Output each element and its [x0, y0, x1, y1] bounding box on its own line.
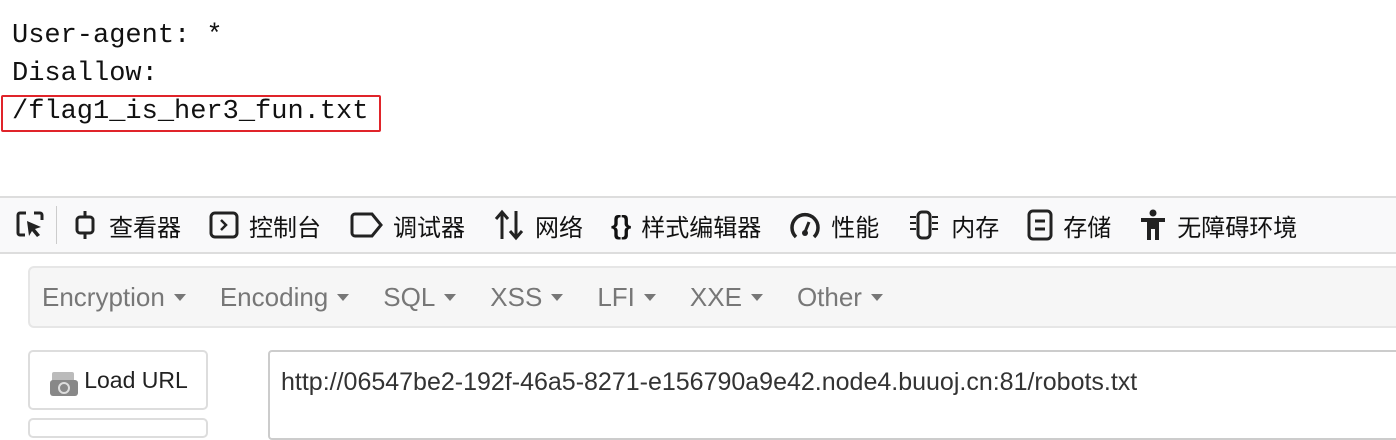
caret-down-icon [173, 293, 186, 301]
menu-encoding[interactable]: Encoding [220, 282, 350, 313]
menu-sql[interactable]: SQL [383, 282, 457, 313]
caret-down-icon [643, 293, 656, 301]
style-editor-icon: {} [611, 209, 632, 240]
menu-xss[interactable]: XSS [490, 282, 564, 313]
tab-storage[interactable]: 存储 [1027, 208, 1111, 243]
menu-other[interactable]: Other [797, 282, 883, 313]
caret-down-icon [444, 293, 457, 301]
divider [56, 206, 57, 244]
split-url-button[interactable] [28, 418, 208, 438]
element-picker-icon[interactable] [14, 209, 46, 241]
tab-console[interactable]: 控制台 [209, 208, 321, 243]
url-input[interactable]: http://06547be2-192f-46a5-8271-e156790a9… [268, 350, 1396, 440]
tab-inspector[interactable]: 查看器 [71, 208, 181, 243]
inspector-icon [75, 211, 95, 239]
accessibility-icon [1141, 209, 1166, 240]
storage-icon [1027, 209, 1053, 241]
console-icon [209, 211, 239, 239]
caret-down-icon [551, 293, 564, 301]
load-url-button[interactable]: Load URL [28, 350, 208, 410]
load-url-icon [50, 372, 79, 396]
robots-line: Disallow: [12, 59, 158, 89]
network-icon [494, 209, 524, 241]
performance-icon [790, 212, 820, 239]
menu-xxe[interactable]: XXE [690, 282, 763, 313]
robots-line: User-agent: * [12, 21, 223, 51]
tab-network[interactable]: 网络 [493, 208, 583, 243]
debugger-icon [350, 212, 383, 238]
caret-down-icon [870, 293, 883, 301]
tab-performance[interactable]: 性能 [789, 208, 879, 243]
hackbar-menu-bar: Encryption Encoding SQL XSS LFI XXE Othe… [28, 266, 1396, 328]
menu-lfi[interactable]: LFI [597, 282, 656, 313]
tab-accessibility[interactable]: 无障碍环境 [1139, 208, 1297, 243]
tab-style-editor[interactable]: {} 样式编辑器 [611, 208, 761, 243]
caret-down-icon [750, 293, 763, 301]
tab-memory[interactable]: 内存 [907, 208, 999, 243]
memory-icon [910, 210, 939, 240]
highlight-box [1, 95, 381, 132]
menu-encryption[interactable]: Encryption [42, 282, 186, 313]
devtools-toolbar: 查看器 控制台 调试器 网络 {} 样式编辑器 性能 内存 存储 无障碍环境 [0, 196, 1396, 254]
caret-down-icon [337, 293, 350, 301]
tab-debugger[interactable]: 调试器 [349, 208, 465, 243]
